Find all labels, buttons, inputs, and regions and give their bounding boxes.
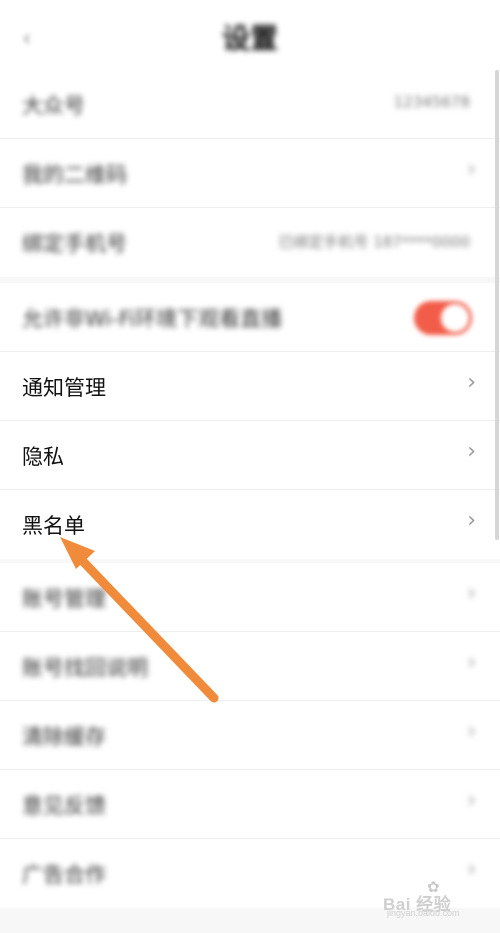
chevron-right-icon: › [467,157,476,182]
watermark-url: jingyan.baidu.com [387,908,460,918]
chevron-right-icon: › [467,650,476,675]
general-section: 允许非Wi-Fi环境下观看直播 通知管理 › 隐私 › 黑名单 › [0,283,500,559]
settings-row-label: 通知管理 [22,376,106,400]
settings-row-label: 允许非Wi-Fi环境下观看直播 [22,307,283,331]
baidu-jingyan-watermark: ✿ Bai 经验 jingyan.baidu.com [383,878,495,920]
account-section: 大众号 12345678 我的二维码 › 绑定手机号 已绑定手机号 187***… [0,70,500,277]
settings-row-phone[interactable]: 绑定手机号 已绑定手机号 187****0000 [0,208,500,277]
settings-row-notifications[interactable]: 通知管理 › [0,352,500,421]
chevron-right-icon: › [467,788,476,813]
settings-row-label: 意见反馈 [22,794,106,818]
chevron-right-icon: › [467,508,476,533]
settings-row-label: 隐私 [22,445,64,469]
settings-row-clear-cache[interactable]: 清除缓存 › [0,701,500,770]
page-title: 设置 [221,22,278,55]
settings-row-label: 绑定手机号 [22,232,127,256]
settings-row-blacklist[interactable]: 黑名单 › [0,490,500,559]
settings-row-feedback[interactable]: 意见反馈 › [0,770,500,839]
settings-row-qrcode[interactable]: 我的二维码 › [0,139,500,208]
toggle-knob [441,304,469,332]
header: ‹ 设置 [0,0,500,70]
settings-row-label: 黑名单 [22,514,85,538]
settings-row-account-id[interactable]: 大众号 12345678 [0,70,500,139]
chevron-right-icon: › [467,719,476,744]
settings-row-label: 广告合作 [22,863,106,887]
scrollbar[interactable] [495,70,499,540]
settings-row-label: 大众号 [22,94,85,118]
non-wifi-live-toggle[interactable] [414,301,472,335]
settings-row-label: 清除缓存 [22,725,106,749]
settings-row-account-manage[interactable]: 账号管理 › [0,563,500,632]
chevron-right-icon: › [467,370,476,395]
settings-row-privacy[interactable]: 隐私 › [0,421,500,490]
chevron-right-icon: › [467,439,476,464]
more-section: 账号管理 › 账号找回说明 › 清除缓存 › 意见反馈 › 广告合作 › [0,563,500,908]
settings-row-account-recovery[interactable]: 账号找回说明 › [0,632,500,701]
chevron-right-icon: › [467,581,476,606]
settings-row-non-wifi-live[interactable]: 允许非Wi-Fi环境下观看直播 [0,283,500,352]
settings-row-label: 我的二维码 [22,163,127,187]
settings-row-value: 已绑定手机号 187****0000 [278,233,470,251]
settings-row-label: 账号管理 [22,587,106,611]
settings-row-label: 账号找回说明 [22,656,148,680]
settings-row-value: 12345678 [393,93,470,111]
